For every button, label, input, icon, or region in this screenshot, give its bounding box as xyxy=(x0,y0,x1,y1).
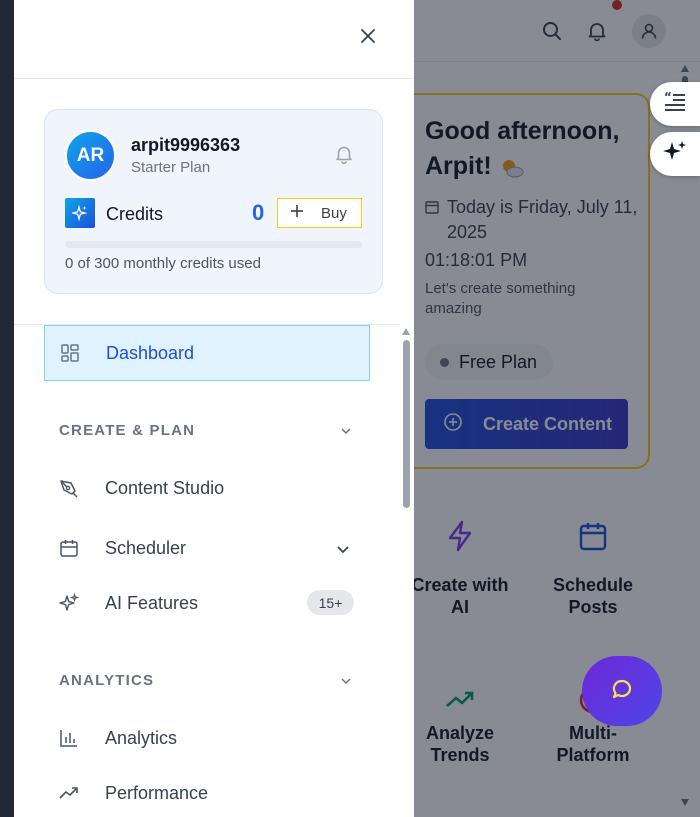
user-plan: Starter Plan xyxy=(131,159,211,176)
sidebar-scroll-thumb[interactable] xyxy=(403,340,410,508)
credits-count: 0 xyxy=(252,200,265,225)
dashboard-grid-icon xyxy=(60,343,80,363)
drawer-edge xyxy=(0,0,14,817)
ai-features-badge: 15+ xyxy=(307,590,354,615)
section-analytics[interactable]: ANALYTICS xyxy=(59,672,154,689)
ai-sparkle-button[interactable] xyxy=(650,132,700,176)
navigation-drawer: AR arpit9996363 Starter Plan Credits 0 B… xyxy=(14,0,414,817)
sidebar-item-scheduler[interactable]: Scheduler xyxy=(44,520,370,576)
sidebar-item-label: Scheduler xyxy=(105,537,187,558)
drawer-header xyxy=(14,0,414,79)
sidebar-item-label: Content Studio xyxy=(105,477,225,498)
pen-tool-icon xyxy=(59,478,79,498)
buy-label: Buy xyxy=(321,204,347,222)
svg-text:“: “ xyxy=(664,91,672,104)
sidebar-item-analytics[interactable]: Analytics xyxy=(44,710,370,766)
sidebar-item-label: AI Features xyxy=(105,592,199,613)
profile-card: AR arpit9996363 Starter Plan Credits 0 B… xyxy=(44,109,383,294)
chevron-down-icon[interactable] xyxy=(340,673,352,691)
credits-progress-bar xyxy=(65,241,362,248)
sidebar-item-dashboard[interactable]: Dashboard xyxy=(44,325,370,381)
credits-label: Credits xyxy=(106,204,164,224)
section-create-plan[interactable]: CREATE & PLAN xyxy=(59,422,195,439)
sidebar-item-performance[interactable]: Performance xyxy=(44,765,370,817)
buy-credits-button[interactable]: Buy xyxy=(277,198,362,228)
plus-icon xyxy=(290,204,304,222)
credits-usage-text: 0 of 300 monthly credits used xyxy=(65,255,261,272)
scroll-up-arrow-icon[interactable] xyxy=(402,328,410,335)
sparkles-icon xyxy=(65,198,95,228)
chat-button[interactable] xyxy=(582,656,662,726)
calendar-icon xyxy=(59,538,79,558)
chevron-down-icon[interactable] xyxy=(336,542,350,560)
sidebar-item-label: Dashboard xyxy=(106,342,195,363)
sparkles-icon xyxy=(662,139,688,170)
sidebar-item-content-studio[interactable]: Content Studio xyxy=(44,460,370,516)
sidebar-item-label: Performance xyxy=(105,782,209,803)
chevron-down-icon[interactable] xyxy=(340,423,352,441)
close-icon[interactable] xyxy=(354,22,382,50)
sidebar-item-label: Analytics xyxy=(105,727,178,748)
username: arpit9996363 xyxy=(131,135,241,155)
sidebar-nav: Dashboard CREATE & PLAN Content Studio S… xyxy=(14,324,400,817)
quote-widget-button[interactable]: “ xyxy=(650,82,700,126)
bell-icon[interactable] xyxy=(335,144,353,169)
sparkles-icon xyxy=(59,593,79,613)
avatar[interactable]: AR xyxy=(65,130,116,181)
chat-bubble-icon xyxy=(611,678,633,705)
trending-up-icon xyxy=(59,783,79,803)
quote-list-icon: “ xyxy=(663,90,687,118)
bar-chart-icon xyxy=(59,728,79,748)
